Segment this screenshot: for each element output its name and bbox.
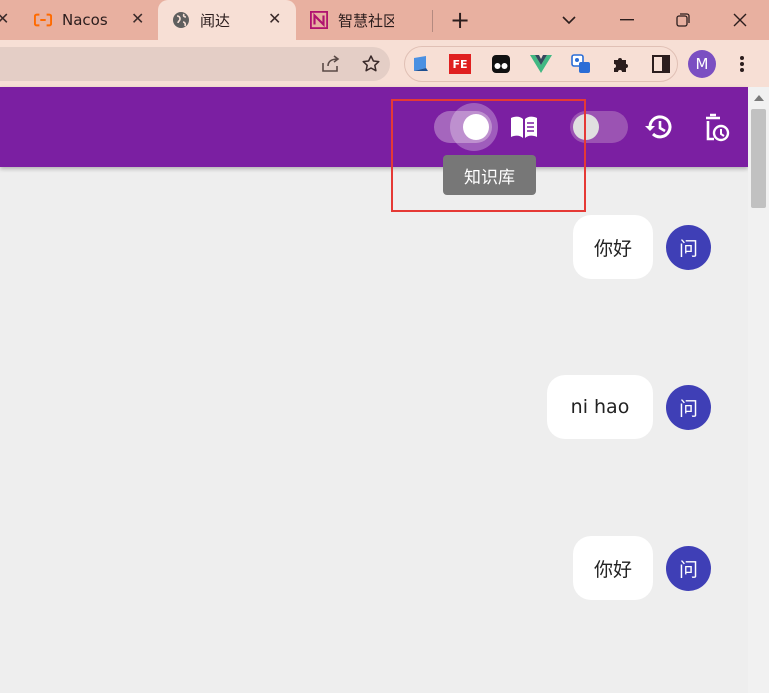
brand-n-icon bbox=[310, 11, 328, 29]
highlight-annotation bbox=[391, 99, 586, 212]
message-bubble: ni hao bbox=[547, 375, 653, 439]
book-extension-icon[interactable] bbox=[410, 53, 432, 75]
avatar: 问 bbox=[666, 385, 711, 430]
tab-smart-community[interactable]: 智慧社区 bbox=[296, 0, 432, 40]
restore-button[interactable] bbox=[670, 8, 696, 32]
close-icon[interactable]: ✕ bbox=[131, 11, 144, 27]
tab-nacos[interactable]: Nacos ✕ bbox=[18, 0, 158, 40]
bookmark-star-icon[interactable] bbox=[360, 53, 382, 75]
tab-separator bbox=[432, 10, 433, 32]
vue-devtools-icon[interactable] bbox=[530, 53, 552, 75]
plus-icon: + bbox=[449, 6, 471, 34]
scroll-thumb[interactable] bbox=[751, 109, 766, 208]
history-icon[interactable] bbox=[643, 111, 675, 143]
tab-title: Nacos bbox=[62, 11, 108, 29]
share-icon[interactable] bbox=[320, 53, 342, 75]
tab-search-button[interactable] bbox=[556, 8, 582, 32]
globe-icon bbox=[172, 11, 190, 29]
close-icon[interactable]: ✕ bbox=[0, 11, 9, 27]
scroll-up-arrow-icon[interactable] bbox=[754, 95, 764, 101]
delete-history-icon[interactable] bbox=[700, 112, 732, 144]
profile-avatar[interactable]: M bbox=[688, 50, 716, 78]
tampermonkey-icon[interactable] bbox=[490, 53, 512, 75]
side-panel-icon[interactable] bbox=[650, 53, 672, 75]
alibaba-cloud-icon bbox=[34, 11, 52, 29]
message-bubble: 你好 bbox=[573, 536, 653, 600]
close-icon[interactable]: ✕ bbox=[268, 11, 281, 27]
minimize-button[interactable] bbox=[614, 8, 640, 32]
tab-title: 闻达 bbox=[200, 11, 231, 30]
tab-wenda[interactable]: 闻达 ✕ bbox=[158, 0, 296, 40]
fe-helper-icon[interactable]: FE bbox=[449, 53, 471, 75]
window-close-button[interactable] bbox=[727, 8, 753, 32]
browser-tab-strip: ✕ Nacos ✕ 闻达 ✕ 智慧社区 + bbox=[0, 0, 769, 40]
tab-title: 智慧社区 bbox=[338, 11, 394, 30]
avatar: 问 bbox=[666, 546, 711, 591]
chat-message: 你好 bbox=[573, 215, 653, 279]
chat-message: 你好 bbox=[573, 536, 653, 600]
message-bubble: 你好 bbox=[573, 215, 653, 279]
chevron-down-icon bbox=[562, 15, 576, 24]
chat-message: ni hao bbox=[547, 375, 653, 439]
scrollbar[interactable] bbox=[748, 87, 769, 693]
browser-menu-icon[interactable] bbox=[732, 54, 752, 74]
close-icon bbox=[733, 13, 747, 27]
restore-icon bbox=[676, 13, 690, 27]
minimize-icon bbox=[620, 19, 634, 21]
app-header bbox=[0, 87, 748, 167]
puzzle-icon[interactable] bbox=[610, 53, 632, 75]
tab-partial[interactable]: ✕ bbox=[0, 0, 9, 40]
avatar: 问 bbox=[666, 225, 711, 270]
new-tab-button[interactable]: + bbox=[447, 8, 473, 32]
translate-extension-icon[interactable] bbox=[570, 53, 592, 75]
